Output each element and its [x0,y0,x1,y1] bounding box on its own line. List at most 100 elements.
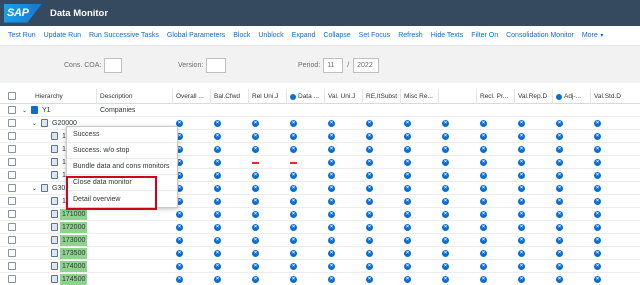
x-circle-icon[interactable]: × [366,237,373,244]
x-circle-icon[interactable]: × [594,237,601,244]
x-circle-icon[interactable]: × [442,224,449,231]
x-circle-icon[interactable]: × [404,211,411,218]
year-input[interactable]: 2022 [353,58,380,73]
sap-logo[interactable]: SAP [4,3,42,23]
x-circle-icon[interactable]: × [290,263,297,270]
x-circle-icon[interactable]: × [480,276,487,283]
x-circle-icon[interactable]: × [328,263,335,270]
x-circle-icon[interactable]: × [290,198,297,205]
chevron-down-icon[interactable]: ⌄ [22,107,27,114]
x-circle-icon[interactable]: × [480,172,487,179]
more-button[interactable]: More ▾ [578,32,608,39]
x-circle-icon[interactable]: × [328,237,335,244]
x-circle-icon[interactable]: × [290,211,297,218]
x-circle-icon[interactable]: × [518,211,525,218]
x-circle-icon[interactable]: × [176,250,183,257]
col-adj[interactable]: Adj-... [552,89,590,104]
row-checkbox[interactable] [8,184,16,192]
row-checkbox[interactable] [8,171,16,179]
x-circle-icon[interactable]: × [594,133,601,140]
row-checkbox[interactable] [8,236,16,244]
x-circle-icon[interactable]: × [366,159,373,166]
x-circle-icon[interactable]: × [442,120,449,127]
col-recl-pr[interactable]: Recl. Pr... [476,89,514,104]
col-description[interactable]: Description [96,89,172,104]
x-circle-icon[interactable]: × [290,120,297,127]
x-circle-icon[interactable]: × [366,198,373,205]
collapse-button[interactable]: Collapse [319,32,354,39]
x-circle-icon[interactable]: × [518,120,525,127]
hierarchy-node[interactable]: 172000 [60,222,88,233]
x-circle-icon[interactable]: × [252,133,259,140]
row-checkbox[interactable] [8,119,16,127]
x-circle-icon[interactable]: × [480,263,487,270]
hide-texts-button[interactable]: Hide Texts [427,32,468,39]
x-circle-icon[interactable]: × [328,198,335,205]
x-circle-icon[interactable]: × [518,146,525,153]
hierarchy-node[interactable]: 171000 [60,209,88,220]
x-circle-icon[interactable]: × [252,146,259,153]
menu-item-bundle-data[interactable]: Bundle data and cons monitors [67,159,177,175]
table-row[interactable]: 174500 × × × × × × × × × × × × [0,273,640,285]
x-circle-icon[interactable]: × [214,159,221,166]
x-circle-icon[interactable]: × [556,159,563,166]
x-circle-icon[interactable]: × [404,263,411,270]
x-circle-icon[interactable]: × [594,211,601,218]
x-circle-icon[interactable]: × [252,172,259,179]
x-circle-icon[interactable]: × [176,224,183,231]
table-row[interactable]: ⌄ Y1 Companies [0,104,640,117]
x-circle-icon[interactable]: × [442,172,449,179]
x-circle-icon[interactable]: × [594,120,601,127]
x-circle-icon[interactable]: × [290,146,297,153]
x-circle-icon[interactable]: × [442,250,449,257]
x-circle-icon[interactable]: × [366,224,373,231]
x-circle-icon[interactable]: × [442,146,449,153]
status-dash-icon[interactable] [252,162,259,164]
select-all-checkbox[interactable] [8,92,16,100]
col-val-std[interactable]: Val.Std.D [590,89,640,104]
x-circle-icon[interactable]: × [290,185,297,192]
x-circle-icon[interactable]: × [328,211,335,218]
x-circle-icon[interactable]: × [176,276,183,283]
row-checkbox[interactable] [8,145,16,153]
x-circle-icon[interactable]: × [442,237,449,244]
x-circle-icon[interactable]: × [442,198,449,205]
col-bal-cfwd[interactable]: Bal.Cfwd [210,89,248,104]
x-circle-icon[interactable]: × [252,198,259,205]
row-checkbox[interactable] [8,197,16,205]
x-circle-icon[interactable]: × [404,133,411,140]
x-circle-icon[interactable]: × [290,224,297,231]
row-checkbox[interactable] [8,249,16,257]
x-circle-icon[interactable]: × [518,159,525,166]
x-circle-icon[interactable]: × [480,159,487,166]
x-circle-icon[interactable]: × [404,120,411,127]
x-circle-icon[interactable]: × [252,263,259,270]
x-circle-icon[interactable]: × [480,237,487,244]
x-circle-icon[interactable]: × [290,133,297,140]
x-circle-icon[interactable]: × [404,172,411,179]
expand-button[interactable]: Expand [288,32,320,39]
x-circle-icon[interactable]: × [404,276,411,283]
col-overall[interactable]: Overall ... [172,89,210,104]
x-circle-icon[interactable]: × [214,237,221,244]
x-circle-icon[interactable]: × [328,159,335,166]
x-circle-icon[interactable]: × [366,211,373,218]
status-dash-icon[interactable] [290,162,297,164]
col-val-rep[interactable]: Val.Rep.D [514,89,552,104]
x-circle-icon[interactable]: × [518,172,525,179]
x-circle-icon[interactable]: × [328,172,335,179]
x-circle-icon[interactable]: × [480,120,487,127]
row-checkbox[interactable] [8,275,16,283]
x-circle-icon[interactable]: × [442,263,449,270]
x-circle-icon[interactable]: × [366,133,373,140]
row-checkbox[interactable] [8,158,16,166]
row-checkbox[interactable] [8,132,16,140]
x-circle-icon[interactable]: × [480,133,487,140]
x-circle-icon[interactable]: × [366,250,373,257]
x-circle-icon[interactable]: × [518,133,525,140]
x-circle-icon[interactable]: × [404,198,411,205]
filter-on-button[interactable]: Filter On [467,32,502,39]
x-circle-icon[interactable]: × [404,224,411,231]
x-circle-icon[interactable]: × [556,146,563,153]
x-circle-icon[interactable]: × [404,237,411,244]
